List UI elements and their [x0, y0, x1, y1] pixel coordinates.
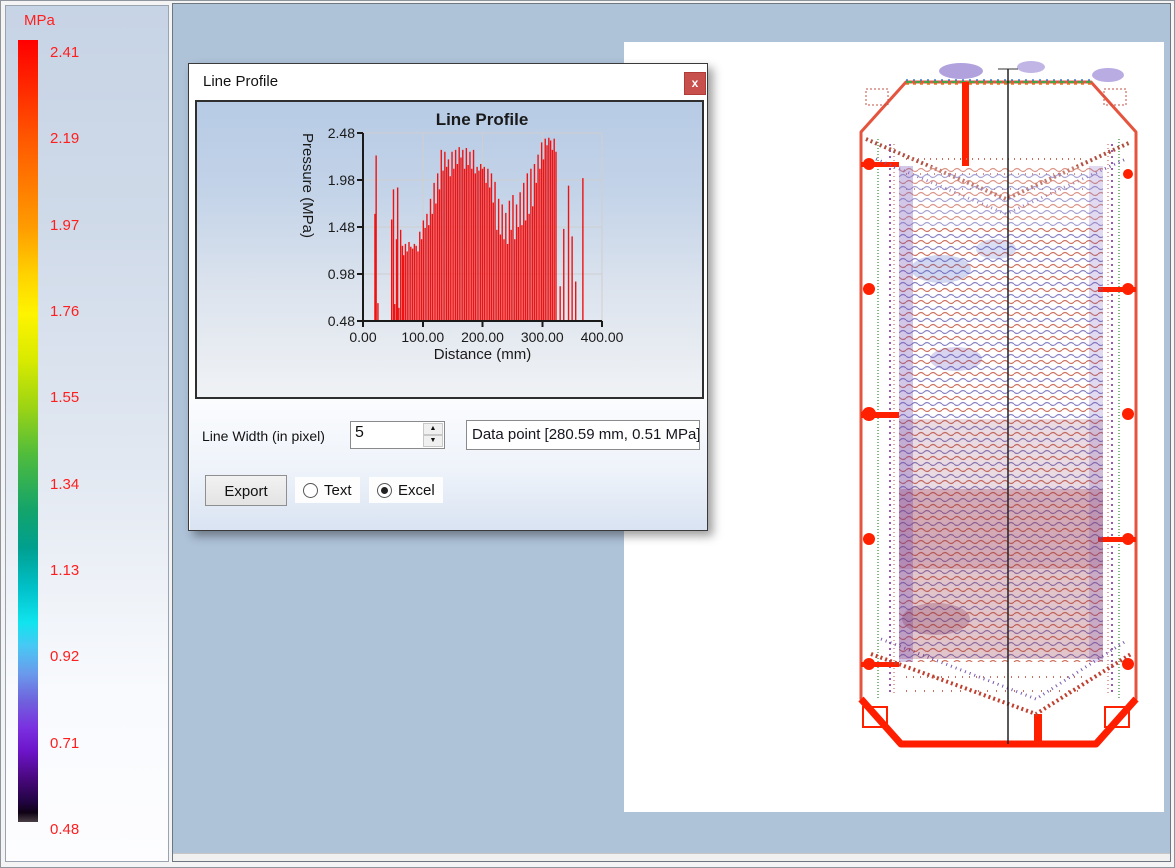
- pressure-map-image: [846, 59, 1146, 759]
- scale-value: 1.34: [50, 476, 110, 493]
- radio-excel[interactable]: Excel: [369, 477, 443, 503]
- line-profile-dialog: Line Profile x Line Profile Pressure (MP…: [188, 63, 708, 531]
- spinner-down-icon[interactable]: ▼: [423, 435, 443, 447]
- scale-value: 2.19: [50, 130, 110, 147]
- line-profile-chart: Line Profile Pressure (MPa) Distance (mm…: [195, 100, 704, 399]
- spinner-up-icon[interactable]: ▲: [423, 423, 443, 435]
- y-tick: 0.98: [311, 266, 355, 282]
- radio-text[interactable]: Text: [295, 477, 360, 503]
- scale-unit-label: MPa: [24, 12, 55, 29]
- status-strip: [173, 853, 1170, 861]
- dialog-titlebar[interactable]: Line Profile x: [189, 64, 707, 100]
- app-window: MPa 2.41 2.19 1.97 1.76 1.55 1.34 1.13 0.92 0.71…: [0, 0, 1175, 868]
- scale-value: 1.97: [50, 217, 110, 234]
- scale-value: 1.76: [50, 303, 110, 320]
- x-tick: 100.00: [393, 329, 453, 345]
- close-icon[interactable]: x: [684, 72, 706, 95]
- plot-area: [363, 133, 602, 321]
- radio-text-icon[interactable]: [303, 483, 318, 498]
- pressure-scale-panel: MPa 2.41 2.19 1.97 1.76 1.55 1.34 1.13 0.92 0.71…: [5, 5, 169, 862]
- x-axis-label: Distance (mm): [363, 346, 602, 363]
- scale-value: 1.13: [50, 562, 110, 579]
- x-tick: 0.00: [333, 329, 393, 345]
- scale-value: 2.41: [50, 44, 110, 61]
- scale-value: 0.71: [50, 735, 110, 752]
- dialog-title: Line Profile: [203, 73, 278, 90]
- export-button[interactable]: Export: [205, 475, 287, 506]
- x-tick: 400.00: [572, 329, 632, 345]
- line-width-label: Line Width (in pixel): [202, 428, 325, 444]
- dialog-controls: Line Width (in pixel) 5 ▲ ▼ Data point […: [190, 399, 707, 530]
- line-width-spinner[interactable]: 5 ▲ ▼: [350, 421, 445, 449]
- y-tick: 0.48: [311, 313, 355, 329]
- color-scale-bar: [18, 40, 38, 822]
- data-point-readout: Data point [280.59 mm, 0.51 MPa]: [466, 420, 700, 450]
- line-width-value: 5: [355, 424, 364, 442]
- y-tick: 1.98: [311, 172, 355, 188]
- x-tick: 200.00: [453, 329, 513, 345]
- scale-value: 1.55: [50, 389, 110, 406]
- scale-value: 0.48: [50, 821, 110, 838]
- y-tick: 1.48: [311, 219, 355, 235]
- y-tick: 2.48: [311, 125, 355, 141]
- scale-value: 0.92: [50, 648, 110, 665]
- radio-excel-icon[interactable]: [377, 483, 392, 498]
- x-tick: 300.00: [512, 329, 572, 345]
